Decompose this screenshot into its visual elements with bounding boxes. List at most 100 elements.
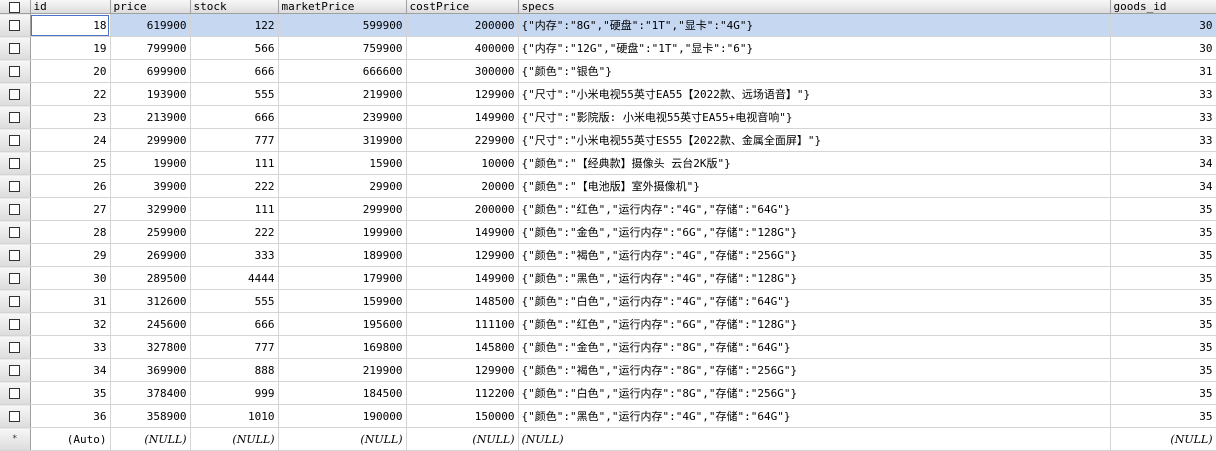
cell-specs[interactable]: {"内存":"12G","硬盘":"1T","显卡":"6"}	[518, 36, 1111, 60]
table-row[interactable]: 20 699900 666 666600 300000 {"颜色":"银色"} 31	[0, 59, 1216, 83]
cell-specs[interactable]: {"颜色":"红色","运行内存":"4G","存储":"64G"}	[518, 197, 1111, 221]
cell-price[interactable]: 799900	[110, 36, 191, 60]
cell-marketprice[interactable]: 159900	[278, 289, 407, 313]
table-row[interactable]: 22 193900 555 219900 129900 {"尺寸":"小米电视55英寸EA…	[0, 82, 1216, 106]
cell-price[interactable]: 269900	[110, 243, 191, 267]
row-checkbox[interactable]	[0, 82, 31, 106]
cell-stock[interactable]: 566	[190, 36, 279, 60]
cell-goods-id[interactable]: 35	[1110, 220, 1216, 244]
row-checkbox[interactable]	[0, 128, 31, 152]
cell-goods-id[interactable]: 35	[1110, 197, 1216, 221]
cell-id[interactable]: 36	[30, 404, 111, 428]
table-row[interactable]: 31 312600 555 159900 148500 {"颜色":"白色","运行内存"…	[0, 289, 1216, 313]
cell-specs[interactable]: {"颜色":"黑色","运行内存":"4G","存储":"128G"}	[518, 266, 1111, 290]
cell-marketprice[interactable]: 195600	[278, 312, 407, 336]
cell-id[interactable]: 29	[30, 243, 111, 267]
cell-stock[interactable]: 555	[190, 82, 279, 106]
cell-price[interactable]: 213900	[110, 105, 191, 129]
cell-id[interactable]: 31	[30, 289, 111, 313]
row-checkbox[interactable]	[0, 13, 31, 37]
table-row[interactable]: 33 327800 777 169800 145800 {"颜色":"金色","运行内存"…	[0, 335, 1216, 359]
cell-id[interactable]: 22	[30, 82, 111, 106]
cell-id[interactable]: 32	[30, 312, 111, 336]
row-checkbox[interactable]	[0, 335, 31, 359]
row-checkbox[interactable]	[0, 59, 31, 83]
row-checkbox[interactable]	[0, 266, 31, 290]
cell-marketprice[interactable]: 15900	[278, 151, 407, 175]
cell-price[interactable]: 699900	[110, 59, 191, 83]
cell-price[interactable]: 329900	[110, 197, 191, 221]
cell-goods-id[interactable]: 35	[1110, 404, 1216, 428]
new-row[interactable]: * (Auto) (NULL) (NULL) (NULL) (NULL) (NU…	[0, 427, 1216, 451]
cell-id[interactable]: 24	[30, 128, 111, 152]
cell-stock[interactable]: (NULL)	[190, 427, 279, 451]
cell-goods-id[interactable]: 35	[1110, 289, 1216, 313]
cell-marketprice[interactable]: 599900	[278, 13, 407, 37]
cell-stock[interactable]: 666	[190, 312, 279, 336]
cell-id[interactable]: 25	[30, 151, 111, 175]
cell-price[interactable]: 39900	[110, 174, 191, 198]
cell-goods-id[interactable]: 31	[1110, 59, 1216, 83]
table-row[interactable]: 35 378400 999 184500 112200 {"颜色":"白色","运行内存"…	[0, 381, 1216, 405]
column-header-id[interactable]: id	[30, 0, 111, 14]
cell-id[interactable]: 19	[30, 36, 111, 60]
cell-price[interactable]: 369900	[110, 358, 191, 382]
cell-stock[interactable]: 777	[190, 128, 279, 152]
column-header-stock[interactable]: stock	[190, 0, 279, 14]
cell-costprice[interactable]: 149900	[406, 266, 519, 290]
cell-stock[interactable]: 999	[190, 381, 279, 405]
table-row[interactable]: 27 329900 111 299900 200000 {"颜色":"红色","运行内存"…	[0, 197, 1216, 221]
cell-costprice[interactable]: 200000	[406, 13, 519, 37]
cell-stock[interactable]: 111	[190, 151, 279, 175]
cell-costprice[interactable]: 20000	[406, 174, 519, 198]
cell-id[interactable]: 23	[30, 105, 111, 129]
cell-goods-id[interactable]: 35	[1110, 243, 1216, 267]
cell-price[interactable]: 19900	[110, 151, 191, 175]
cell-price[interactable]: 358900	[110, 404, 191, 428]
cell-specs[interactable]: {"颜色":"白色","运行内存":"4G","存储":"64G"}	[518, 289, 1111, 313]
cell-costprice[interactable]: 148500	[406, 289, 519, 313]
cell-price[interactable]: 619900	[110, 13, 191, 37]
cell-id[interactable]: (Auto)	[30, 427, 111, 451]
table-row[interactable]: 18 619900 122 599900 200000 {"内存":"8G","硬盘":"…	[0, 13, 1216, 37]
cell-stock[interactable]: 888	[190, 358, 279, 382]
cell-stock[interactable]: 666	[190, 105, 279, 129]
cell-goods-id[interactable]: 35	[1110, 266, 1216, 290]
cell-goods-id[interactable]: 35	[1110, 358, 1216, 382]
cell-stock[interactable]: 222	[190, 220, 279, 244]
cell-costprice[interactable]: 229900	[406, 128, 519, 152]
row-checkbox[interactable]	[0, 197, 31, 221]
cell-id[interactable]: 34	[30, 358, 111, 382]
cell-price[interactable]: 259900	[110, 220, 191, 244]
cell-costprice[interactable]: (NULL)	[406, 427, 519, 451]
cell-specs[interactable]: {"颜色":"金色","运行内存":"6G","存储":"128G"}	[518, 220, 1111, 244]
table-row[interactable]: 19 799900 566 759900 400000 {"内存":"12G","硬盘":…	[0, 36, 1216, 60]
row-checkbox[interactable]	[0, 151, 31, 175]
table-row[interactable]: 25 19900 111 15900 10000 {"颜色":"【经典款】摄像头 云台2K…	[0, 151, 1216, 175]
cell-marketprice[interactable]: 184500	[278, 381, 407, 405]
cell-price[interactable]: (NULL)	[110, 427, 191, 451]
column-header-costprice[interactable]: costPrice	[406, 0, 519, 14]
select-all-checkbox[interactable]	[0, 0, 31, 14]
cell-price[interactable]: 299900	[110, 128, 191, 152]
cell-marketprice[interactable]: 189900	[278, 243, 407, 267]
cell-price[interactable]: 193900	[110, 82, 191, 106]
cell-costprice[interactable]: 129900	[406, 358, 519, 382]
cell-specs[interactable]: {"颜色":"白色","运行内存":"8G","存储":"256G"}	[518, 381, 1111, 405]
cell-marketprice[interactable]: 759900	[278, 36, 407, 60]
cell-costprice[interactable]: 129900	[406, 82, 519, 106]
cell-stock[interactable]: 222	[190, 174, 279, 198]
cell-stock[interactable]: 777	[190, 335, 279, 359]
cell-id[interactable]: 18	[30, 13, 111, 37]
cell-id[interactable]: 33	[30, 335, 111, 359]
cell-costprice[interactable]: 300000	[406, 59, 519, 83]
cell-specs[interactable]: {"颜色":"【经典款】摄像头 云台2K版"}	[518, 151, 1111, 175]
cell-specs[interactable]: (NULL)	[518, 427, 1111, 451]
row-checkbox[interactable]	[0, 381, 31, 405]
cell-stock[interactable]: 122	[190, 13, 279, 37]
cell-goods-id[interactable]: 35	[1110, 335, 1216, 359]
cell-specs[interactable]: {"颜色":"褐色","运行内存":"4G","存储":"256G"}	[518, 243, 1111, 267]
cell-goods-id[interactable]: 35	[1110, 312, 1216, 336]
cell-goods-id[interactable]: 34	[1110, 174, 1216, 198]
cell-id[interactable]: 30	[30, 266, 111, 290]
